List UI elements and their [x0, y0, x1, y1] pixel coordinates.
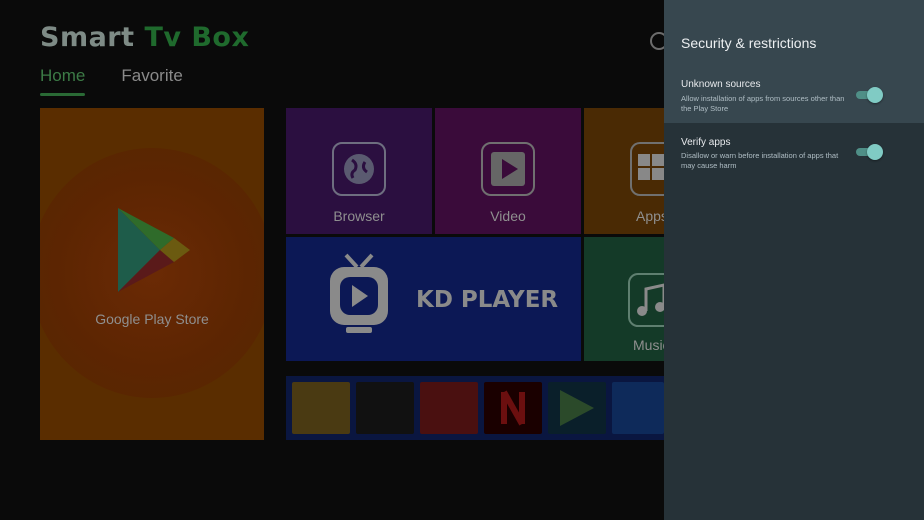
verify-apps-toggle[interactable] [856, 144, 883, 160]
launcher-nav: Home Favorite [40, 66, 183, 96]
tile-label-browser: Browser [333, 208, 385, 224]
setting-description: Allow installation of apps from sources … [681, 94, 845, 113]
home-app-icon[interactable] [420, 382, 478, 434]
setting-description: Disallow or warn before installation of … [681, 151, 839, 170]
tile-apps[interactable]: Apps [584, 108, 664, 234]
tile-label-music: Music [633, 337, 664, 353]
toggle-thumb [867, 144, 883, 160]
tile-google-play-store[interactable]: Google Play Store [40, 108, 264, 440]
panel-header: Security & restrictions [664, 0, 924, 66]
setting-row-verify-apps[interactable]: Verify apps Disallow or warn before inst… [664, 123, 924, 180]
video-play-icon [481, 142, 535, 196]
tv-play-icon [330, 253, 388, 333]
tile-browser[interactable]: Browser [286, 108, 432, 234]
panel-title: Security & restrictions [681, 35, 817, 51]
brand-text-smart: Smart [40, 22, 135, 53]
settings-panel: Security & restrictions Unknown sources … [664, 0, 924, 520]
tile-music[interactable]: Music [584, 237, 664, 361]
tile-label-kd-player: KD PLAYER [416, 287, 559, 313]
iptv-app-icon[interactable] [356, 382, 414, 434]
play-triangle-icon [560, 390, 594, 426]
setting-row-unknown-sources[interactable]: Unknown sources Allow installation of ap… [664, 66, 924, 123]
nav-tab-home[interactable]: Home [40, 66, 86, 96]
tile-label-play-store: Google Play Store [95, 311, 209, 327]
unknown-sources-toggle[interactable] [856, 87, 883, 103]
netflix-logo-icon [501, 390, 525, 426]
brand-text-tvbox: Tv Box [144, 22, 250, 53]
tile-kd-player[interactable]: KD PLAYER [286, 237, 581, 361]
tile-label-video: Video [490, 208, 526, 224]
tv-app-icon[interactable] [612, 382, 664, 434]
play-app-icon[interactable] [548, 382, 606, 434]
mini-app-row [286, 376, 664, 440]
nav-tab-favorite[interactable]: Favorite [121, 66, 182, 86]
tile-label-apps: Apps [636, 208, 664, 224]
setting-title: Verify apps [681, 137, 731, 148]
netflix-app-icon[interactable] [484, 382, 542, 434]
play-store-icon [118, 208, 190, 292]
brand-logo: Smart Tv Box [40, 22, 249, 53]
cinema-app-icon[interactable] [292, 382, 350, 434]
globe-icon [332, 142, 386, 196]
music-note-icon [628, 273, 664, 327]
apps-grid-icon [630, 142, 664, 196]
setting-title: Unknown sources [681, 79, 761, 90]
toggle-thumb [867, 87, 883, 103]
tile-video[interactable]: Video [435, 108, 581, 234]
